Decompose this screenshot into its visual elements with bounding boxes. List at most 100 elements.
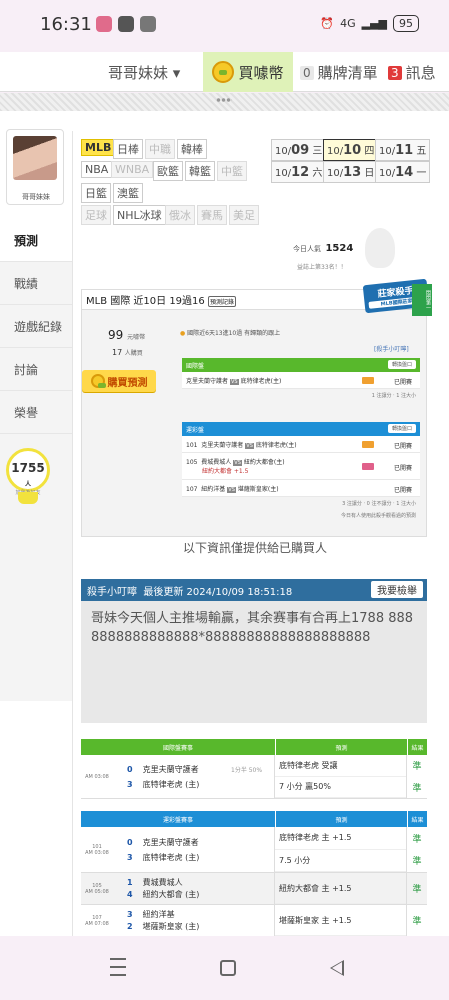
mascot-icon: [365, 228, 395, 268]
date-tab[interactable]: 10/12 六: [271, 161, 327, 183]
buy-prediction-button[interactable]: 購買預測: [82, 370, 156, 392]
avatar[interactable]: [13, 136, 57, 180]
sport-tag[interactable]: 日籃: [81, 183, 111, 203]
section-header: 國際盤 轉換盤口: [182, 358, 420, 372]
divider-bar: [0, 93, 449, 111]
today-popularity: 今日人氣 1524: [293, 243, 354, 254]
result-cell: 準: [412, 917, 422, 927]
pick-marker: [362, 377, 374, 384]
message-count: 3: [388, 65, 402, 80]
prediction-cell: 底特律老虎 受讓 7 小分 贏50%: [275, 755, 407, 798]
top-nav: 哥哥妹妹 ▾ 買噱幣 0 購牌清單 3 訊息: [0, 52, 449, 92]
section-foot-note: 今日有人使用此殺手觀看過的預測: [340, 513, 416, 519]
table-row[interactable]: AM 03:08 0 克里夫蘭守護者 3 底特律老虎 (主) 1分半 50% 底特律…: [81, 755, 427, 799]
date-tab[interactable]: 10/14 一: [375, 161, 431, 183]
main-area: 哥哥妹妹 預測 戰績 遊戲紀錄 討論 榮譽 1755人 加我為好友 MLB 日棒…: [0, 111, 449, 936]
drag-handle-icon[interactable]: [216, 98, 232, 102]
date-tab[interactable]: 10/11 五: [375, 139, 431, 161]
cart-link[interactable]: 0 購牌清單: [300, 62, 378, 83]
section-foot: 3 注讓分 ‧ 0 注不讓分 ‧ 1 注大小: [342, 501, 416, 507]
back-icon[interactable]: [330, 960, 344, 976]
sport-tag[interactable]: 中籃: [217, 161, 247, 181]
coin-icon: [90, 374, 106, 388]
rank-text: 益誌上第33名！！: [297, 264, 347, 271]
sport-tag[interactable]: 中職: [145, 139, 175, 159]
youtube-icon: [118, 16, 134, 32]
record-badge[interactable]: 預測記錄: [207, 295, 236, 307]
match-cell: 1 費城費城人 4 紐約大都會 (主): [113, 873, 275, 904]
status-bar: 16:31 ⏰ 4G ▂▄▆ 95: [0, 0, 449, 50]
table-row[interactable]: 101 AM 03:08 0 克里夫蘭守護者 3 底特律老虎 (主) 底特律老虎 主 …: [81, 827, 427, 873]
section-foot: 1 注讓分 ‧ 1 注大小: [371, 393, 416, 399]
tip-updated: 最後更新 2024/10/09 18:51:18: [143, 587, 293, 598]
hearts-count: 1755人: [11, 461, 45, 488]
price: 99 元噱幣: [108, 328, 146, 342]
report-button[interactable]: 我要檢舉: [371, 581, 423, 598]
sidebar-item-discuss[interactable]: 討論: [0, 348, 72, 391]
bulb-base: [18, 492, 38, 504]
sidebar-item-game-log[interactable]: 遊戲紀錄: [0, 305, 72, 348]
home-icon[interactable]: [220, 960, 236, 976]
user-menu[interactable]: 哥哥妹妹 ▾: [108, 62, 180, 83]
sport-tag[interactable]: WNBA: [111, 161, 154, 178]
sport-tag[interactable]: 歐籃: [153, 161, 183, 181]
sport-tag[interactable]: 足球: [81, 205, 111, 225]
tip-title: 殺手小叮嚀: [87, 587, 137, 598]
signal-icon: ▂▄▆: [361, 17, 387, 30]
clock: 16:31: [40, 14, 92, 35]
table-row[interactable]: 107 AM 07:08 3 紐約洋基 2 堪薩斯皇家 (主) 堪薩斯皇家 主 +1.…: [81, 905, 427, 936]
sport-tag[interactable]: 日棒: [113, 139, 143, 159]
news-icon: [140, 16, 156, 32]
sport-tag[interactable]: 韓棒: [177, 139, 207, 159]
alarm-icon: ⏰: [320, 17, 335, 30]
game-row[interactable]: 107 紐約洋基 VS 堪薩斯皇家(主) 已開賽: [182, 480, 420, 497]
game-row[interactable]: 克里夫蘭守護者 VS 底特律老虎(主) 已開賽: [182, 372, 420, 389]
sport-tag[interactable]: 美足: [229, 205, 259, 225]
battery-indicator: 95: [393, 15, 419, 32]
content-panel: MLB 日棒 中職 韓棒 NBA WNBA 歐籃 韓籃 中籃 日籃 澳籃 足球 …: [72, 131, 436, 936]
system-nav-bar: [0, 936, 449, 1000]
taiwan-section: 運彩盤 轉換盤口 101 克里夫蘭守護者 VS 底特律老虎(主) 已開賽 105 費城…: [182, 422, 420, 521]
tip-header: 殺手小叮嚀 最後更新 2024/10/09 18:51:18 我要檢舉: [81, 579, 427, 601]
tw-result-table: 運彩盤賽事 預測 結果 101 AM 03:08 0 克里夫蘭守護者 3 底特律老虎 …: [81, 811, 427, 936]
sidebar-item-predict[interactable]: 預測: [0, 219, 72, 262]
switch-odds-button[interactable]: 轉換盤口: [387, 424, 416, 433]
sport-tag[interactable]: NHL冰球: [113, 205, 166, 225]
switch-odds-button[interactable]: 轉換盤口: [387, 360, 416, 369]
profile-card[interactable]: 哥哥妹妹: [6, 129, 64, 205]
hearts-bulb[interactable]: 1755人 加我為好友: [6, 448, 50, 504]
network-label: 4G: [340, 17, 356, 30]
sport-tag[interactable]: NBA: [81, 161, 113, 178]
game-row[interactable]: 101 克里夫蘭守護者 VS 底特律老虎(主) 已開賽: [182, 436, 420, 453]
result-cell: 準: [412, 885, 422, 895]
result-cell: 準 準: [412, 762, 422, 794]
cart-label: 購牌清單: [317, 64, 378, 82]
hearts-ring: 1755人 加我為好友: [6, 448, 50, 496]
sport-tag[interactable]: 澳籃: [113, 183, 143, 203]
sport-tag[interactable]: 韓籃: [185, 161, 215, 181]
sport-tag[interactable]: 賽馬: [197, 205, 227, 225]
date-tab[interactable]: 10/13 日: [323, 161, 379, 183]
date-tab[interactable]: 10/09 三: [271, 139, 327, 161]
sport-tag[interactable]: 俄冰: [165, 205, 195, 225]
tip-link[interactable]: [殺手小叮嚀]: [374, 344, 409, 353]
game-row[interactable]: 105 費城費城人 VS 紐約大都會(主) 紐約大都會 +1.5 已開賽: [182, 453, 420, 480]
sidebar-item-honor[interactable]: 榮譽: [0, 391, 72, 434]
match-cell: 0 克里夫蘭守護者 3 底特律老虎 (主): [113, 827, 275, 872]
app-notification-icon: [96, 16, 112, 32]
prediction-cell: 堪薩斯皇家 主 +1.5: [275, 905, 407, 936]
recents-icon[interactable]: [110, 958, 126, 976]
table-row[interactable]: 105 AM 05:08 1 費城費城人 4 紐約大都會 (主) 紐約大都會 主 +1…: [81, 873, 427, 905]
buyers: 17 人購買: [112, 348, 143, 357]
international-section: 國際盤 轉換盤口 克里夫蘭守護者 VS 底特律老虎(主) 已開賽 1 注讓分 ‧ 1 …: [182, 358, 420, 401]
match-cell: 3 紐約洋基 2 堪薩斯皇家 (主): [113, 905, 275, 936]
messages-link[interactable]: 3 訊息: [388, 62, 436, 83]
sidebar: 預測 戰績 遊戲紀錄 討論 榮譽: [0, 219, 72, 434]
date-tab-active[interactable]: 10/10 四: [323, 139, 379, 161]
sport-tag[interactable]: MLB: [81, 139, 116, 156]
match-cell: 0 克里夫蘭守護者 3 底特律老虎 (主) 1分半 50%: [113, 755, 275, 798]
sidebar-item-record[interactable]: 戰績: [0, 262, 72, 305]
buy-coins-button[interactable]: 買噱幣: [203, 52, 293, 92]
cart-count: 0: [300, 65, 314, 80]
profile-name: 哥哥妹妹: [22, 193, 50, 201]
